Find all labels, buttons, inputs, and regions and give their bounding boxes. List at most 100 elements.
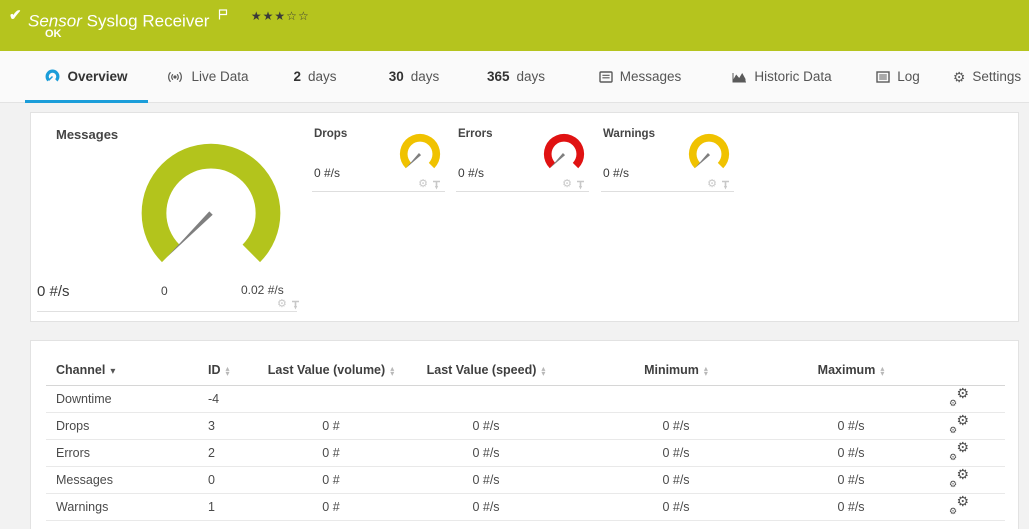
gauge-scale-min: 0 [161, 284, 168, 298]
gear-icon: ⚙ [953, 70, 966, 84]
tab-overview-label: Overview [67, 69, 127, 84]
cell-channel: Messages [46, 467, 196, 494]
table-row-drops: Drops 3 0 # 0 #/s 0 #/s 0 #/s ⚙⚙ [46, 413, 1005, 440]
cell-channel: Warnings [46, 494, 196, 521]
tab-historic-data[interactable]: Historic Data [712, 51, 852, 102]
pin-icon[interactable] [721, 180, 730, 190]
column-header-vol-label: Last Value (volume) [268, 363, 385, 377]
table-header-row: Channel▾ ID▴▾ Last Value (volume) ▴▾ Last… [46, 341, 1005, 386]
area-chart-icon [732, 71, 747, 83]
divider [37, 311, 297, 312]
cell-last-value-speed: 0 #/s [401, 440, 571, 467]
cell-minimum: 0 #/s [571, 413, 781, 440]
column-header-actions [921, 341, 1005, 386]
cell-id: 3 [196, 413, 261, 440]
channel-settings-icon[interactable]: ⚙⚙ [949, 416, 969, 433]
tab-2-days-number: 2 [293, 69, 301, 84]
messages-gauge[interactable] [135, 139, 287, 291]
flag-icon[interactable] [218, 5, 228, 25]
pin-icon[interactable] [576, 180, 585, 190]
primary-gauge-label: Messages [56, 127, 118, 142]
tab-settings[interactable]: ⚙ Settings [948, 51, 1026, 102]
pin-icon[interactable] [432, 180, 441, 190]
table-row-messages: Messages 0 0 # 0 #/s 0 #/s 0 #/s ⚙⚙ [46, 467, 1005, 494]
column-header-last-value-speed[interactable]: Last Value (speed)▴▾ [401, 341, 571, 386]
primary-gauge-value: 0 #/s [37, 283, 70, 300]
gauge-settings-icon[interactable]: ⚙ [277, 299, 287, 310]
messages-icon [599, 71, 613, 83]
tab-log[interactable]: Log [862, 51, 934, 102]
tab-messages-label: Messages [620, 69, 682, 84]
cell-maximum: 0 #/s [781, 413, 921, 440]
cell-last-value-speed: 0 #/s [401, 413, 571, 440]
warnings-gauge-section: Warnings 0 #/s ⚙ [601, 123, 734, 203]
tab-live-data-label: Live Data [191, 69, 248, 84]
gauge-settings-icon[interactable]: ⚙ [707, 179, 717, 190]
cell-last-value-speed: 0 #/s [401, 467, 571, 494]
tab-bar: Overview Live Data 2 days 30 days 365 da… [0, 51, 1029, 103]
sort-icon: ▴▾ [880, 366, 884, 376]
drops-label: Drops [314, 128, 347, 140]
gauge-settings-icon[interactable]: ⚙ [418, 179, 428, 190]
tab-overview[interactable]: Overview [25, 51, 148, 102]
cell-maximum: 0 #/s [781, 440, 921, 467]
drops-gauge[interactable] [397, 132, 443, 178]
pin-icon[interactable] [291, 300, 300, 310]
errors-value: 0 #/s [458, 166, 484, 180]
column-header-id[interactable]: ID▴▾ [196, 341, 261, 386]
cell-last-value-volume: 0 # [261, 413, 401, 440]
column-header-channel-label: Channel [56, 363, 105, 377]
errors-gauge-section: Errors 0 #/s ⚙ [456, 123, 589, 203]
priority-stars[interactable]: ★★★☆☆ [251, 9, 310, 23]
drops-gauge-tools: ⚙ [418, 179, 441, 190]
tab-365-days-number: 365 [487, 69, 510, 84]
live-data-icon [166, 70, 184, 84]
table-row-downtime: Downtime -4 ⚙⚙ [46, 386, 1005, 413]
cell-channel: Errors [46, 440, 196, 467]
sensor-name: Syslog Receiver [87, 12, 210, 31]
cell-id: 2 [196, 440, 261, 467]
column-header-maximum[interactable]: Maximum▴▾ [781, 341, 921, 386]
sort-icon: ▴▾ [390, 366, 394, 376]
channel-settings-icon[interactable]: ⚙⚙ [949, 470, 969, 487]
warnings-gauge-tools: ⚙ [707, 179, 730, 190]
tab-messages[interactable]: Messages [585, 51, 695, 102]
cell-last-value-speed: 0 #/s [401, 494, 571, 521]
column-header-channel[interactable]: Channel▾ [46, 341, 196, 386]
column-header-last-value-volume[interactable]: Last Value (volume) ▴▾ [261, 341, 401, 386]
table-row-errors: Errors 2 0 # 0 #/s 0 #/s 0 #/s ⚙⚙ [46, 440, 1005, 467]
warnings-label: Warnings [603, 128, 655, 140]
cell-last-value-volume: 0 # [261, 467, 401, 494]
cell-minimum: 0 #/s [571, 467, 781, 494]
gauges-panel: Messages 0 0.02 #/s 0 #/s ⚙ Drops 0 #/s … [30, 112, 1019, 322]
tab-2-days-label: days [308, 69, 337, 84]
channel-settings-icon[interactable]: ⚙⚙ [949, 443, 969, 460]
tab-30-days[interactable]: 30 days [378, 51, 450, 102]
gauge-settings-icon[interactable]: ⚙ [562, 179, 572, 190]
cell-last-value-speed [401, 386, 571, 413]
warnings-value: 0 #/s [603, 166, 629, 180]
gauge-scale-max: 0.02 #/s [241, 283, 284, 297]
column-header-min-label: Minimum [644, 363, 699, 377]
tab-live-data[interactable]: Live Data [155, 51, 260, 102]
cell-last-value-volume [261, 386, 401, 413]
divider [312, 191, 445, 192]
tab-log-label: Log [897, 69, 920, 84]
channel-settings-icon[interactable]: ⚙⚙ [949, 389, 969, 406]
tab-settings-label: Settings [972, 69, 1021, 84]
gauge-needle [167, 211, 212, 256]
channel-settings-icon[interactable]: ⚙⚙ [949, 497, 969, 514]
warnings-gauge[interactable] [686, 132, 732, 178]
cell-minimum: 0 #/s [571, 440, 781, 467]
errors-gauge[interactable] [541, 132, 587, 178]
tab-365-days[interactable]: 365 days [475, 51, 557, 102]
drops-gauge-section: Drops 0 #/s ⚙ [312, 123, 445, 203]
drops-value: 0 #/s [314, 166, 340, 180]
log-list-icon [876, 71, 890, 83]
cell-last-value-volume: 0 # [261, 494, 401, 521]
sort-icon: ▴▾ [541, 366, 545, 376]
tab-30-days-number: 30 [389, 69, 404, 84]
tab-30-days-label: days [411, 69, 440, 84]
column-header-minimum[interactable]: Minimum▴▾ [571, 341, 781, 386]
tab-2-days[interactable]: 2 days [285, 51, 345, 102]
